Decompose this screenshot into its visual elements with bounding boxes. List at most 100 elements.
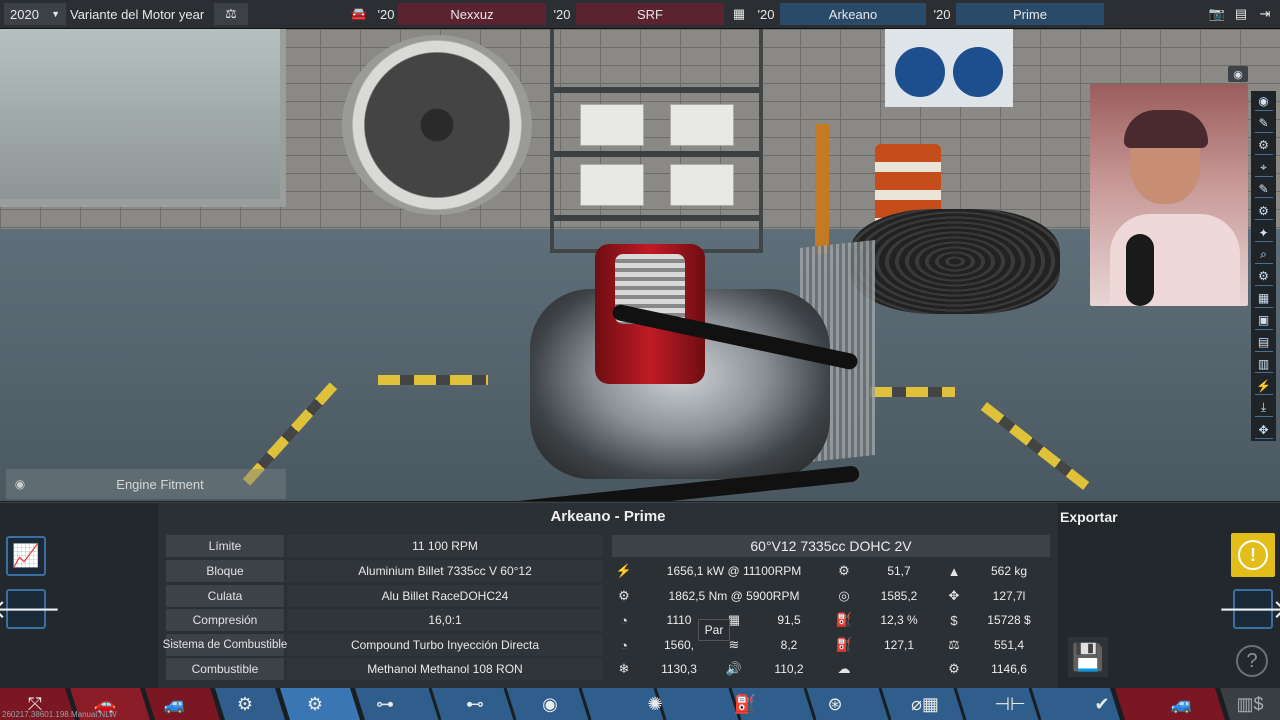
stats-row: ⚙ 1862,5 Nm @ 5900RPM ◎ 1585,2 ✥ 127,7l	[612, 585, 1052, 607]
spec-value: Alu Billet RaceDOHC24	[287, 585, 603, 607]
torque-value: 1862,5 Nm @ 5900RPM	[668, 589, 800, 603]
exhaust-icon[interactable]: ⊛	[815, 688, 855, 720]
fuel-economy-icon: ⛽	[835, 637, 853, 652]
tool-icon[interactable]: ✎	[1254, 181, 1273, 199]
spec-label: Culata	[166, 585, 284, 607]
engine-fitment-label: Engine Fitment	[116, 476, 204, 492]
webcam-overlay	[1090, 84, 1248, 306]
aspiration-icon[interactable]: ◉	[530, 688, 570, 720]
fuel-icon[interactable]: ⛽	[725, 688, 765, 720]
engine-model[interactable]	[490, 234, 870, 501]
car-icon: 🚘	[350, 6, 368, 21]
camera-icon[interactable]: 📷	[1206, 3, 1228, 25]
save-button[interactable]: 💾	[1068, 637, 1108, 677]
tool-icon[interactable]: ⚡	[1254, 377, 1273, 396]
engine-test-icon[interactable]: ⊣⊢	[990, 688, 1030, 720]
chevron-down-icon: ▼	[51, 9, 60, 19]
cost-value: 15728 $	[987, 613, 1031, 627]
spec-row: Combustible Methanol Methanol 108 RON	[166, 658, 603, 680]
export-button[interactable]: Exportar	[1060, 506, 1118, 528]
tool-icon[interactable]: ⚙	[1254, 202, 1273, 221]
stat-value: 8,2	[780, 638, 798, 652]
warning-button[interactable]: !	[1231, 533, 1275, 577]
stat-value: 551,4	[993, 638, 1025, 652]
engine-variant-selector[interactable]: Prime	[956, 3, 1104, 25]
year-selector[interactable]: 2020 ▼	[4, 3, 66, 25]
fuel-icon: ⛽	[835, 612, 853, 627]
next-button[interactable]: 🡒	[1218, 589, 1280, 629]
car-trim-selector[interactable]: SRF	[576, 3, 724, 25]
exhaust-hoses	[850, 209, 1060, 314]
tool-icon[interactable]: ⌕	[1254, 246, 1273, 264]
spec-label: Límite	[166, 535, 284, 557]
spec-row: Bloque Aluminium Billet 7335cc V 60°12	[166, 560, 603, 582]
spec-row: Límite 11 100 RPM	[166, 535, 603, 557]
back-button[interactable]: 🡐	[0, 589, 61, 629]
spec-value: Methanol Methanol 108 RON	[287, 658, 603, 680]
car-engine-icon[interactable]: 🚙	[1160, 688, 1204, 720]
tool-icon[interactable]: ▤	[1254, 334, 1273, 352]
stats-row: ◔ 1110 ▦ 91,5 ⛽ 12,3 % $ 15728 $	[612, 609, 1052, 631]
spec-label: Bloque	[166, 560, 284, 582]
tool-icon[interactable]: ⚙	[1254, 268, 1273, 286]
exit-icon[interactable]: ⇥	[1254, 3, 1276, 25]
stats-icon[interactable]: ▥$	[1228, 688, 1272, 720]
tool-icon[interactable]: ⚙	[1254, 137, 1273, 155]
car-engine-icon[interactable]: 🚙	[155, 688, 195, 720]
menu-icon[interactable]: ▤	[1230, 3, 1252, 25]
tool-icon[interactable]: ✦	[1254, 224, 1273, 243]
checkmark-icon[interactable]: ✔	[1082, 688, 1122, 720]
warning-icon: !	[1238, 540, 1268, 570]
graph-button[interactable]: 📈	[6, 536, 46, 576]
tool-icon[interactable]: ✎	[1254, 115, 1273, 133]
save-icon: 💾	[1071, 641, 1105, 672]
wall-fan	[342, 35, 532, 215]
eye-icon[interactable]: ◉	[1254, 93, 1273, 111]
move-icon[interactable]: ✥	[1254, 421, 1273, 439]
engine-icon: ▦	[732, 6, 746, 21]
cooling-icon: ❄	[618, 661, 630, 676]
engine-family-selector[interactable]: Arkeano	[780, 3, 926, 25]
size-value: 127,7l	[992, 589, 1026, 603]
tool-icon[interactable]: ▣	[1254, 312, 1273, 330]
top-end-icon[interactable]: ⊷	[455, 688, 495, 720]
gauge-icon: ◔	[620, 637, 628, 653]
arrow-left-icon: 🡐	[0, 593, 61, 624]
tool-icon[interactable]: ▥	[1254, 356, 1273, 374]
spec-value: 16,0:1	[287, 609, 603, 631]
help-button[interactable]: ?	[1236, 645, 1268, 677]
stat-value: 1130,3	[661, 662, 697, 676]
fuel-system-icon[interactable]: ✺	[635, 688, 675, 720]
panel-title: Arkeano - Prime	[550, 508, 666, 525]
scale-icon[interactable]: ⚖	[214, 3, 248, 25]
engine-fitment-toggle[interactable]: ◉ Engine Fitment	[6, 469, 286, 499]
spec-row: Sistema de Combustible Compound Turbo In…	[163, 634, 603, 656]
stat-value: 127,1	[883, 638, 915, 652]
car-model-year: '20	[377, 6, 395, 22]
tool-icon[interactable]: ⤓	[1254, 399, 1273, 418]
tool-icon[interactable]: ⌖	[1254, 159, 1273, 177]
family-icon[interactable]: ⚙	[225, 688, 265, 720]
power-value: 1656,1 kW @ 11100RPM	[666, 564, 802, 578]
right-toolbar: ◉ ✎ ⚙ ⌖ ✎ ⚙ ✦ ⌕ ⚙ ▦ ▣ ▤ ▥ ⚡ ⤓ ✥	[1251, 91, 1276, 441]
storage-box	[580, 104, 644, 146]
car-model-selector[interactable]: Nexxuz	[398, 3, 546, 25]
stats-row: ⚡ 1656,1 kW @ 11100RPM ⚙ 51,7 ▲ 562 kg	[612, 560, 1052, 582]
speedometer-icon: ◔	[620, 612, 628, 628]
efficiency-icon: ⚙	[838, 563, 850, 578]
engine-family-year: '20	[757, 6, 775, 22]
year-value: 2020	[10, 6, 39, 22]
screenshot-icon[interactable]: ◉	[1228, 66, 1248, 82]
garage-scene[interactable]: ◉ ◉ ✎ ⚙ ⌖ ✎ ⚙ ✦ ⌕ ⚙ ▦ ▣ ▤ ▥ ⚡ ⤓ ✥ ◉ Engi…	[0, 29, 1280, 501]
stats-row: ❄ 1130,3 🔊 110,2 ☁ ⚙ 1146,6	[612, 658, 1052, 680]
spec-label: Sistema de Combustible	[163, 634, 287, 656]
graph-icon: 📈	[12, 543, 40, 568]
bottom-end-icon[interactable]: ⊶	[365, 688, 405, 720]
stat-value: 91,5	[777, 613, 801, 627]
variant-icon[interactable]: ⚙	[295, 688, 335, 720]
service-icon: ⚖	[948, 637, 960, 652]
test-icon[interactable]: ⌀▦	[895, 688, 955, 720]
stat-value	[856, 658, 942, 680]
engine-info-panel: Arkeano - Prime Exportar 📈 🡐 🡒 Límite 11…	[0, 502, 1280, 689]
tool-icon[interactable]: ▦	[1254, 290, 1273, 308]
